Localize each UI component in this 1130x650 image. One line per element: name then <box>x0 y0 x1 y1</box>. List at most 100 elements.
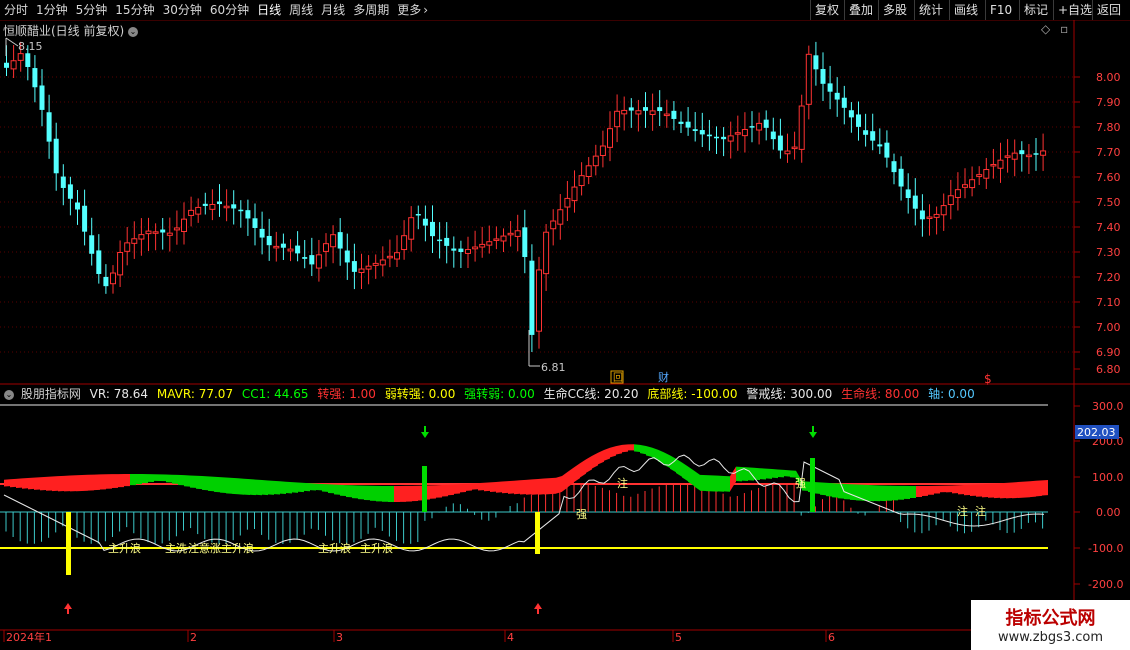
stock-chart[interactable]: 8.00 7.90 7.80 7.70 7.60 7.50 7.40 7.30 … <box>0 0 1130 650</box>
candle-body <box>543 231 550 275</box>
period-tab-weekly[interactable]: 周线 <box>285 0 317 20</box>
candle-body <box>160 229 166 233</box>
candle-body <box>841 97 847 108</box>
period-tab-daily[interactable]: 日线 <box>253 0 285 20</box>
candle-body <box>4 62 9 68</box>
ribbon-segment <box>814 482 820 494</box>
sell-arrow <box>809 426 817 438</box>
indicator-header: ⌄ 股朋指标网 VR: 78.64 MAVR: 77.07 CC1: 44.65… <box>4 386 980 402</box>
ribbon-segment <box>268 480 274 495</box>
price-label: 7.40 <box>1096 221 1121 234</box>
time-axis <box>3 630 827 642</box>
chevron-down-icon[interactable]: ⌄ <box>128 26 139 37</box>
indicator-ribbon <box>4 444 1048 502</box>
ribbon-segment <box>226 477 232 494</box>
ribbon-segment <box>910 485 916 499</box>
back-button[interactable]: 返回 <box>1092 0 1125 20</box>
candle-body <box>564 197 571 208</box>
collapse-icon[interactable]: ⌄ <box>4 389 14 400</box>
ribbon-segment <box>826 482 832 497</box>
period-tab-more[interactable]: 更多 › <box>393 0 432 20</box>
period-tab-60min[interactable]: 60分钟 <box>206 0 253 20</box>
candle-body <box>295 245 301 254</box>
ribbon-segment <box>574 463 580 483</box>
review-marker[interactable] <box>610 370 624 384</box>
ribbon-segment <box>994 483 1000 499</box>
indicator-bars <box>5 483 1044 544</box>
candle-body <box>53 138 59 174</box>
ribbon-segment <box>1030 480 1036 498</box>
ribbon-segment <box>904 485 910 499</box>
period-tab-monthly[interactable]: 月线 <box>317 0 349 20</box>
overlay-button[interactable]: 叠加 <box>844 0 877 20</box>
candlesticks <box>4 41 1047 353</box>
candle-body <box>486 241 493 246</box>
dollar-marker[interactable]: $ <box>984 372 992 386</box>
ribbon-segment <box>460 483 466 493</box>
draw-line-button[interactable]: 画线 <box>949 0 982 20</box>
candle-body <box>124 242 131 252</box>
candle-body <box>252 218 258 228</box>
price-label: 7.50 <box>1096 196 1121 209</box>
add-watchlist-button[interactable]: +自选 <box>1053 0 1096 20</box>
ribbon-segment <box>322 483 328 492</box>
period-tab-30min[interactable]: 30分钟 <box>159 0 206 20</box>
multi-stock-button[interactable]: 多股 <box>878 0 911 20</box>
ribbon-segment <box>682 462 688 482</box>
diamond-icon[interactable]: ◇ <box>1041 22 1050 36</box>
ribbon-segment <box>616 444 622 455</box>
ribbon-segment <box>418 485 424 501</box>
price-label: 7.70 <box>1096 146 1121 159</box>
indicator-name[interactable]: 股朋指标网 <box>21 387 81 401</box>
cc1-value: CC1: 44.65 <box>241 387 309 401</box>
period-tab-5min[interactable]: 5分钟 <box>72 0 112 20</box>
candle-body <box>585 165 592 178</box>
date-label: 4 <box>507 631 514 644</box>
candle-body <box>465 249 471 254</box>
candle-body <box>692 129 698 131</box>
window-square-icon[interactable]: ▫ <box>1060 22 1068 36</box>
candle-body <box>741 128 748 137</box>
period-tab-15min[interactable]: 15分钟 <box>111 0 158 20</box>
statistics-button[interactable]: 统计 <box>914 0 947 20</box>
fuquan-button[interactable]: 复权 <box>810 0 843 20</box>
period-tab-fenshi[interactable]: 分时 <box>0 0 32 20</box>
candle-body <box>302 257 308 259</box>
price-label: 8.00 <box>1096 71 1121 84</box>
candle-body <box>820 69 826 84</box>
candle-body <box>657 107 663 112</box>
candle-body <box>827 83 833 92</box>
ribbon-segment <box>952 485 958 494</box>
ribbon-segment <box>808 481 814 493</box>
candle-body <box>1019 150 1025 155</box>
ribbon-segment <box>196 475 202 490</box>
ribbon-segment <box>796 470 802 490</box>
candle-body <box>46 112 52 142</box>
period-tab-1min[interactable]: 1分钟 <box>32 0 72 20</box>
candle-body <box>451 248 457 251</box>
candle-body <box>514 230 521 237</box>
ribbon-segment <box>1000 482 1006 499</box>
candle-body <box>621 109 628 115</box>
ribbon-segment <box>676 458 682 477</box>
candle-body <box>870 131 876 141</box>
ribbon-segment <box>892 485 898 501</box>
ribbon-segment <box>604 447 610 461</box>
finance-marker[interactable]: 财 <box>658 370 669 384</box>
ribbon-segment <box>538 478 544 495</box>
f10-button[interactable]: F10 <box>985 0 1016 20</box>
ribbon-segment <box>124 474 130 487</box>
candle-body <box>770 131 776 140</box>
candle-body <box>266 235 272 246</box>
ribbon-segment <box>10 478 16 488</box>
ribbon-segment <box>700 474 706 492</box>
ribbon-segment <box>64 475 70 492</box>
annotation-text: 注 <box>957 504 968 518</box>
ribbon-segment <box>922 485 928 496</box>
mark-button[interactable]: 标记 <box>1019 0 1052 20</box>
qiangzhuanruo-value: 强转弱: 0.00 <box>464 387 535 401</box>
period-tab-multi[interactable]: 多周期 <box>349 0 393 20</box>
price-label: 7.90 <box>1096 96 1121 109</box>
ribbon-segment <box>784 469 790 477</box>
candle-body <box>195 206 202 215</box>
